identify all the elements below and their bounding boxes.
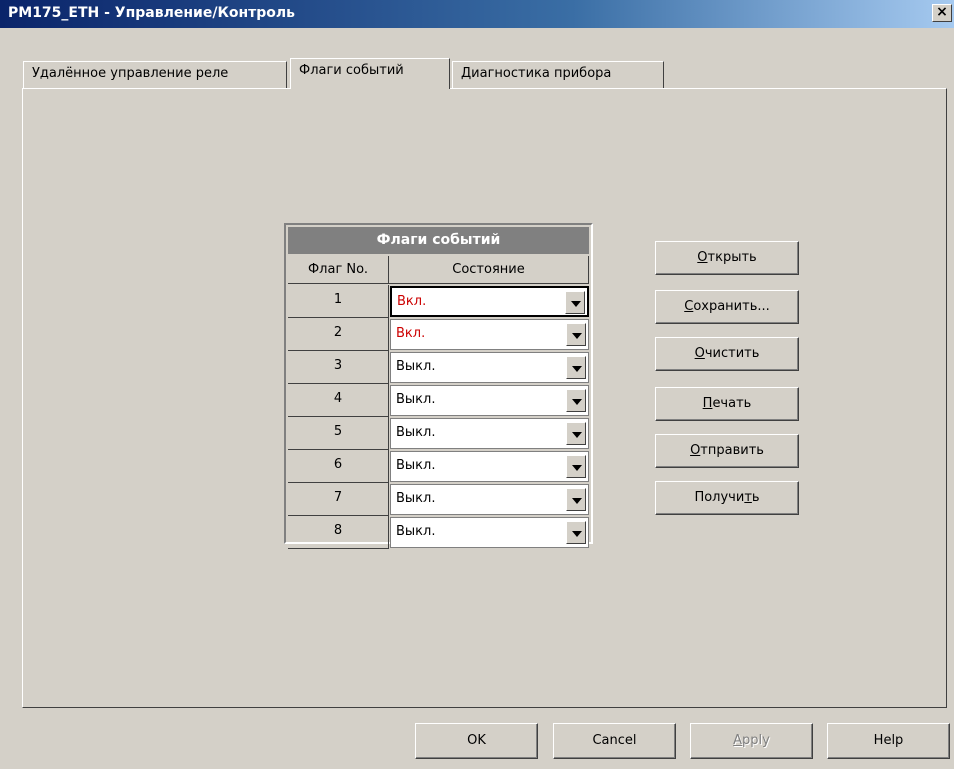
window-title: PM175_ETH - Управление/Контроль [8,5,296,21]
apply-button-mnemonic: A [733,733,743,748]
help-button-label: Help [873,733,904,748]
table-title: Флаги событий [288,227,589,254]
flag-number-cell: 7 [288,483,389,516]
close-icon: × [936,4,948,20]
flag-number-cell: 5 [288,417,389,450]
ok-button-label: OK [467,733,486,748]
close-button[interactable]: × [932,4,952,22]
tab-device-diagnostics-label: Диагностика прибора [461,66,612,81]
dropdown-arrow-icon[interactable] [566,356,586,379]
flag-state-value: Вкл. [396,326,426,341]
tab-relay-control-label: Удалённое управление реле [32,66,229,81]
flag-number-cell: 4 [288,384,389,417]
flag-number-cell: 1 [288,285,389,318]
dropdown-arrow-icon[interactable] [566,521,586,544]
event-flags-table: Флаги событий Флаг No. Состояние 1 Вкл. 2 В… [284,223,593,549]
tab-event-flags-label: Флаги событий [299,63,404,78]
flag-number-cell: 8 [288,516,389,549]
dropdown-arrow-icon[interactable] [566,323,586,346]
flag-state-value: Выкл. [396,524,436,539]
tab-relay-control[interactable]: Удалённое управление реле [23,61,287,88]
apply-button-label: pply [742,733,770,748]
dropdown-arrow-icon[interactable] [566,422,586,445]
flag-state-select[interactable]: Выкл. [390,484,589,515]
tab-device-diagnostics[interactable]: Диагностика прибора [452,61,664,88]
cancel-button-label: Cancel [592,733,637,748]
flag-state-select[interactable]: Выкл. [390,385,589,416]
flag-state-select[interactable]: Выкл. [390,451,589,482]
dropdown-arrow-icon[interactable] [566,488,586,511]
flag-state-value: Выкл. [396,458,436,473]
column-header-state: Состояние [389,256,589,284]
flag-state-select[interactable]: Выкл. [390,517,589,548]
dropdown-arrow-icon[interactable] [566,455,586,478]
flag-state-value: Выкл. [396,425,436,440]
cancel-button[interactable]: Cancel [553,723,676,759]
flag-number-cell: 6 [288,450,389,483]
ok-button[interactable]: OK [415,723,538,759]
help-button[interactable]: Help [827,723,950,759]
flag-number-cell: 2 [288,318,389,351]
flag-state-select[interactable]: Выкл. [390,418,589,449]
flag-state-value: Выкл. [396,491,436,506]
flag-state-value: Выкл. [396,359,436,374]
dropdown-arrow-icon[interactable] [566,389,586,412]
flag-state-select[interactable]: Выкл. [390,352,589,383]
flag-number-cell: 3 [288,351,389,384]
column-header-flag-no: Флаг No. [288,256,389,284]
tab-event-flags[interactable]: Флаги событий [290,58,450,89]
flag-state-value: Вкл. [397,294,427,309]
dropdown-arrow-icon[interactable] [565,291,585,314]
flag-state-value: Выкл. [396,392,436,407]
title-bar: PM175_ETH - Управление/Контроль × [0,0,954,28]
flag-state-select[interactable]: Вкл. [390,286,589,317]
flag-state-select[interactable]: Вкл. [390,319,589,350]
apply-button[interactable]: Apply [690,723,813,759]
